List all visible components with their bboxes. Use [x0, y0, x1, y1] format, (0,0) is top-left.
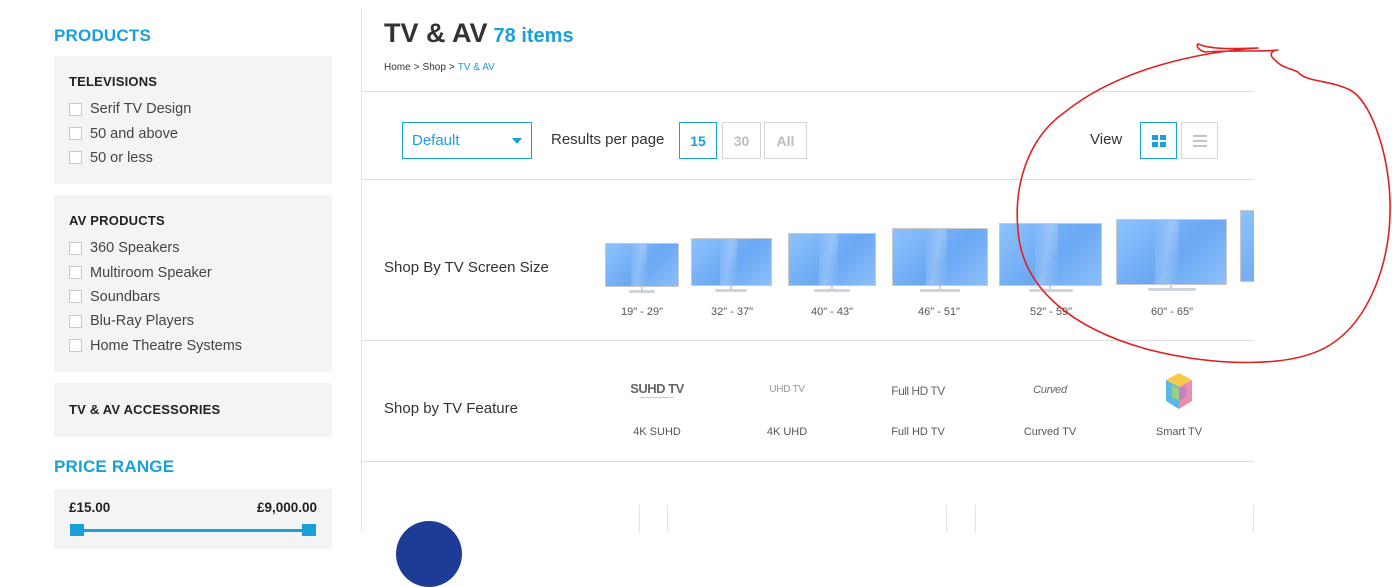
red-circle-annotation: [1016, 43, 1391, 364]
